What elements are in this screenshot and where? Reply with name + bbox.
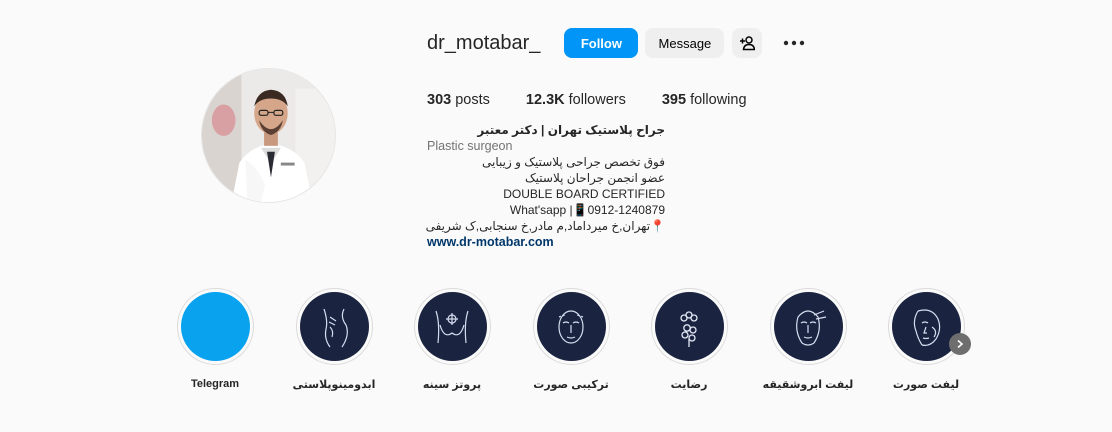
message-button[interactable]: Message (645, 28, 725, 58)
following-count: 395 (661, 92, 687, 108)
doctor-portrait-image (202, 69, 335, 202)
highlight-item[interactable]: رضایت (639, 288, 739, 391)
highlights-next-button[interactable] (949, 333, 971, 355)
posts-count: 303 (427, 92, 452, 108)
story-highlights: Telegram ابدومینوپلاستی پروتز سینه ترکیب… (165, 288, 985, 398)
chevron-right-icon (957, 339, 964, 349)
breast-implant-icon (435, 310, 469, 343)
following-label: following (690, 92, 747, 108)
highlight-cover (536, 292, 606, 361)
posts-stat: 303 posts (427, 92, 490, 108)
highlight-cover (654, 292, 724, 361)
highlight-cover (773, 292, 843, 361)
profile-avatar[interactable] (201, 68, 336, 203)
highlight-ring (176, 288, 254, 365)
bio-line: 📍تهران,خ میرداماد,م مادر,خ سنجابی,ک شریف… (425, 219, 665, 233)
more-options-button[interactable] (782, 31, 806, 55)
profile-info: dr_motabar_ Follow Message 303 posts 12.… (425, 28, 1047, 250)
following-stat[interactable]: 395 following (662, 92, 747, 108)
website-link[interactable]: www.dr-motabar.com (427, 234, 665, 250)
highlight-ring (887, 288, 965, 365)
highlight-label: رضایت (670, 379, 708, 391)
highlight-ring (532, 288, 610, 365)
follow-button[interactable]: Follow (564, 28, 639, 58)
posts-label: posts (455, 92, 490, 108)
flower-icon (680, 310, 698, 347)
face-lift-icon (913, 308, 941, 346)
more-dots-icon (784, 40, 805, 46)
bio-line: DOUBLE BOARD CERTIFIED (503, 187, 665, 201)
highlight-item[interactable]: ترکیبی صورت (521, 288, 621, 391)
profile-stats: 303 posts 12.3K followers 395 following (427, 92, 1047, 108)
highlight-ring (295, 288, 373, 365)
highlight-label: ابدومینوپلاستی (292, 379, 376, 391)
followers-stat[interactable]: 12.3K followers (526, 92, 626, 108)
suggested-accounts-button[interactable] (732, 28, 763, 58)
highlight-label: لیفت ابروشقیقه (762, 379, 854, 391)
highlight-item[interactable]: ابدومینوپلاستی (284, 288, 384, 391)
highlight-item[interactable]: پروتز سینه (402, 288, 502, 391)
bio-line: فوق تخصص جراحی پلاستیک و زیبایی (482, 155, 665, 169)
bio-line: عضو انجمن جراحان پلاستیک (524, 171, 665, 185)
bio-line: What'sapp |📱0912-1240879 (509, 203, 665, 217)
abdomen-icon (323, 308, 348, 347)
highlight-label: پروتز سینه (422, 379, 482, 391)
telegram-highlight-cover (180, 292, 250, 361)
highlight-item[interactable]: Telegram (165, 288, 265, 390)
highlight-label: ترکیبی صورت (533, 379, 609, 391)
brow-lift-icon (796, 309, 827, 346)
followers-count: 12.3K (525, 92, 565, 108)
username: dr_motabar_ (427, 31, 541, 54)
highlight-cover (299, 292, 369, 361)
profile-header-row: dr_motabar_ Follow Message (427, 28, 1047, 58)
highlight-item[interactable]: لیفت ابروشقیقه (758, 288, 858, 391)
highlight-label: Telegram (190, 378, 240, 390)
full-name: جراح پلاستیک تهران | دکتر معتبر (477, 123, 665, 137)
highlight-ring (769, 288, 847, 365)
highlight-ring (650, 288, 728, 365)
followers-label: followers (568, 92, 626, 108)
highlight-cover (417, 292, 487, 361)
add-user-icon (740, 36, 756, 51)
highlight-label: لیفت صورت (892, 379, 960, 391)
category-label: Plastic surgeon (427, 139, 513, 153)
highlight-ring (413, 288, 491, 365)
profile-bio: جراح پلاستیک تهران | دکتر معتبر Plastic … (425, 122, 665, 250)
highlight-cover (891, 292, 961, 361)
face-combo-icon (558, 309, 584, 344)
